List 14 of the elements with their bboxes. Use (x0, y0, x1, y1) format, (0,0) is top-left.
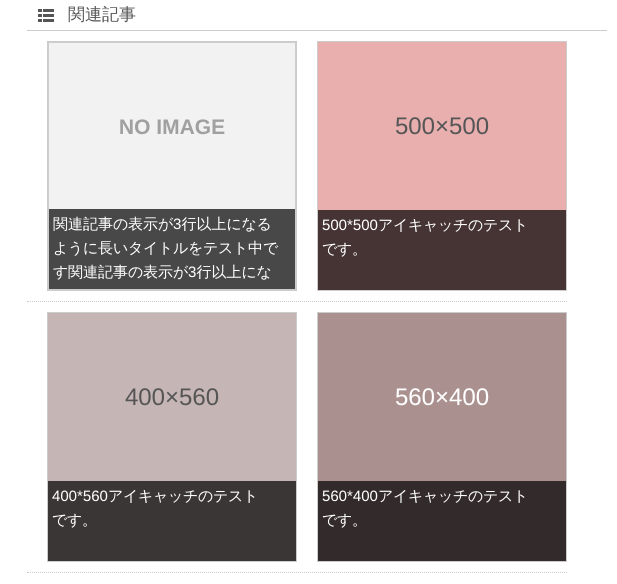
article-title[interactable]: 400*560アイキャッチのテスト です。 (52, 485, 292, 533)
image-label: NO IMAGE (118, 115, 226, 142)
image-label: 400×560 (124, 383, 220, 413)
article-card[interactable]: NO IMAGE 関連記事の表示が3行以上になる ように長いタイトルをテスト中で す関連記事の表示が3行以上にな (47, 41, 297, 291)
article-card[interactable]: 500×500 500*500アイキャッチのテスト です。 (317, 41, 567, 291)
section-title: 関連記事 (68, 4, 136, 26)
article-title[interactable]: 関連記事の表示が3行以上になる ように長いタイトルをテスト中で す関連記事の表示が3行以上にな (53, 213, 291, 285)
article-title[interactable]: 500*500アイキャッチのテスト です。 (322, 214, 562, 262)
article-card[interactable]: 560×400 560*400アイキャッチのテスト です。 (317, 312, 567, 562)
article-card[interactable]: 400×560 400*560アイキャッチのテスト です。 (47, 312, 297, 562)
list-icon (38, 8, 54, 22)
image-label: 500×500 (394, 112, 490, 142)
article-title[interactable]: 560*400アイキャッチのテスト です。 (322, 485, 562, 533)
image-label: 560×400 (394, 383, 490, 413)
